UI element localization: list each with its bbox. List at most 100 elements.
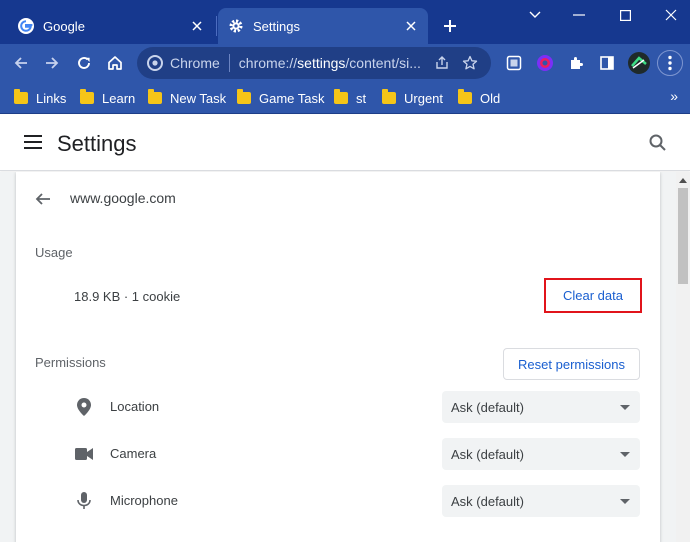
camera-icon (74, 444, 94, 464)
location-pin-icon (74, 397, 94, 417)
close-tab-icon[interactable] (402, 17, 420, 35)
scroll-up-arrow-icon[interactable] (679, 178, 687, 183)
maximize-icon (619, 9, 631, 21)
reset-permissions-button[interactable]: Reset permissions (503, 348, 640, 380)
site-origin: www.google.com (70, 190, 176, 206)
close-window-button[interactable] (656, 4, 686, 26)
page-scrollbar[interactable] (676, 172, 690, 542)
bookmark-label: Learn (102, 90, 136, 106)
address-bar[interactable]: Chrome chrome://settings/content/si... (137, 47, 491, 79)
new-tab-button[interactable] (438, 14, 462, 38)
tab-google[interactable]: Google (8, 8, 214, 44)
maximize-button[interactable] (610, 4, 640, 26)
omnibox-chrome-label: Chrome (170, 55, 220, 71)
colorful-extension-icon (537, 55, 553, 71)
settings-header: Settings (0, 115, 690, 171)
bookmarks-overflow-button[interactable]: » (670, 88, 678, 104)
tab-title: Google (43, 18, 85, 34)
bookmark-urgent[interactable]: Urgent (382, 89, 443, 107)
tab-strip: Google Settings (0, 0, 690, 44)
scrollbar-thumb[interactable] (678, 188, 688, 284)
toolbar: Chrome chrome://settings/content/si... (0, 44, 690, 82)
bookmark-new-task[interactable]: New Task (148, 89, 226, 107)
bookmark-st[interactable]: st (334, 89, 366, 107)
site-settings-card: www.google.com Usage 18.9 KB · 1 cookie … (16, 172, 660, 542)
dropdown-caret-icon (620, 404, 630, 410)
reload-icon (78, 57, 90, 69)
plus-icon (444, 20, 456, 32)
side-panel-icon (600, 56, 614, 70)
puzzle-icon (571, 57, 583, 69)
permission-row-location: Location Ask (default) (16, 391, 660, 423)
close-icon (665, 9, 677, 21)
hamburger-menu-icon[interactable] (24, 135, 42, 149)
tab-title: Settings (253, 18, 300, 34)
google-g-icon (18, 18, 34, 34)
forward-button[interactable] (39, 50, 65, 76)
screenshot-extension-icon (506, 55, 522, 71)
arrow-right-icon (46, 57, 59, 69)
usage-heading: Usage (35, 245, 73, 260)
back-arrow-icon[interactable] (34, 190, 52, 208)
dropdown-caret-icon (620, 498, 630, 504)
omnibox-divider (228, 54, 230, 72)
tab-settings[interactable]: Settings (218, 8, 428, 44)
gear-icon (228, 18, 244, 34)
dropdown-caret-icon (620, 451, 630, 457)
tab-separator (216, 16, 217, 36)
url-prefix: chrome:// (238, 55, 298, 71)
bookmark-label: Old (480, 90, 501, 106)
microphone-icon (74, 491, 94, 511)
usage-summary: 18.9 KB · 1 cookie (74, 289, 181, 304)
bookmarks-bar: Links Learn New Task Game Task st Urgent… (0, 82, 690, 114)
bookmark-label: Game Task (259, 90, 325, 106)
minimize-button[interactable] (564, 4, 594, 26)
microphone-permission-select[interactable]: Ask (default) (442, 485, 640, 517)
folder-icon (458, 89, 472, 104)
bookmark-links[interactable]: Links (14, 89, 66, 107)
folder-icon (148, 89, 162, 104)
share-icon[interactable] (431, 52, 453, 74)
profile-avatar[interactable] (626, 50, 652, 76)
chevron-down-icon (529, 11, 541, 18)
chrome-logo-icon (147, 55, 163, 71)
search-icon[interactable] (648, 133, 668, 153)
bookmark-label: New Task (170, 90, 227, 106)
extension-screenshot-button[interactable] (501, 50, 527, 76)
extensions-button[interactable] (563, 50, 589, 76)
bookmark-label: st (356, 90, 367, 106)
url-host: settings (297, 55, 346, 71)
url-text: chrome://settings/content/si... (239, 55, 425, 71)
camera-permission-select[interactable]: Ask (default) (442, 438, 640, 470)
tab-search-button[interactable] (520, 4, 550, 26)
home-button[interactable] (102, 50, 128, 76)
folder-icon (334, 89, 348, 104)
permissions-heading: Permissions (35, 355, 106, 370)
folder-icon (237, 89, 251, 104)
kebab-menu-icon (668, 55, 672, 71)
page-title: Settings (57, 131, 137, 156)
bookmark-label: Urgent (404, 90, 444, 106)
bookmark-old[interactable]: Old (458, 89, 500, 107)
bookmark-star-icon[interactable] (459, 52, 481, 74)
side-panel-button[interactable] (594, 50, 620, 76)
home-icon (108, 56, 122, 70)
folder-icon (14, 89, 28, 104)
select-value: Ask (default) (451, 399, 524, 415)
location-permission-select[interactable]: Ask (default) (442, 391, 640, 423)
permission-label: Camera (110, 446, 157, 461)
chrome-menu-button[interactable] (657, 50, 683, 76)
clear-data-button[interactable]: Clear data (544, 278, 642, 313)
avatar-icon (628, 52, 650, 74)
back-button[interactable] (8, 50, 34, 76)
bookmark-game-task[interactable]: Game Task (237, 89, 325, 107)
close-tab-icon[interactable] (188, 17, 206, 35)
permission-label: Location (110, 399, 160, 414)
bookmark-learn[interactable]: Learn (80, 89, 135, 107)
extension-colorful-button[interactable] (532, 50, 558, 76)
reload-button[interactable] (71, 50, 97, 76)
bookmark-label: Links (36, 90, 67, 106)
folder-icon (80, 89, 94, 104)
permission-label: Microphone (110, 493, 178, 508)
minimize-icon (573, 14, 585, 16)
